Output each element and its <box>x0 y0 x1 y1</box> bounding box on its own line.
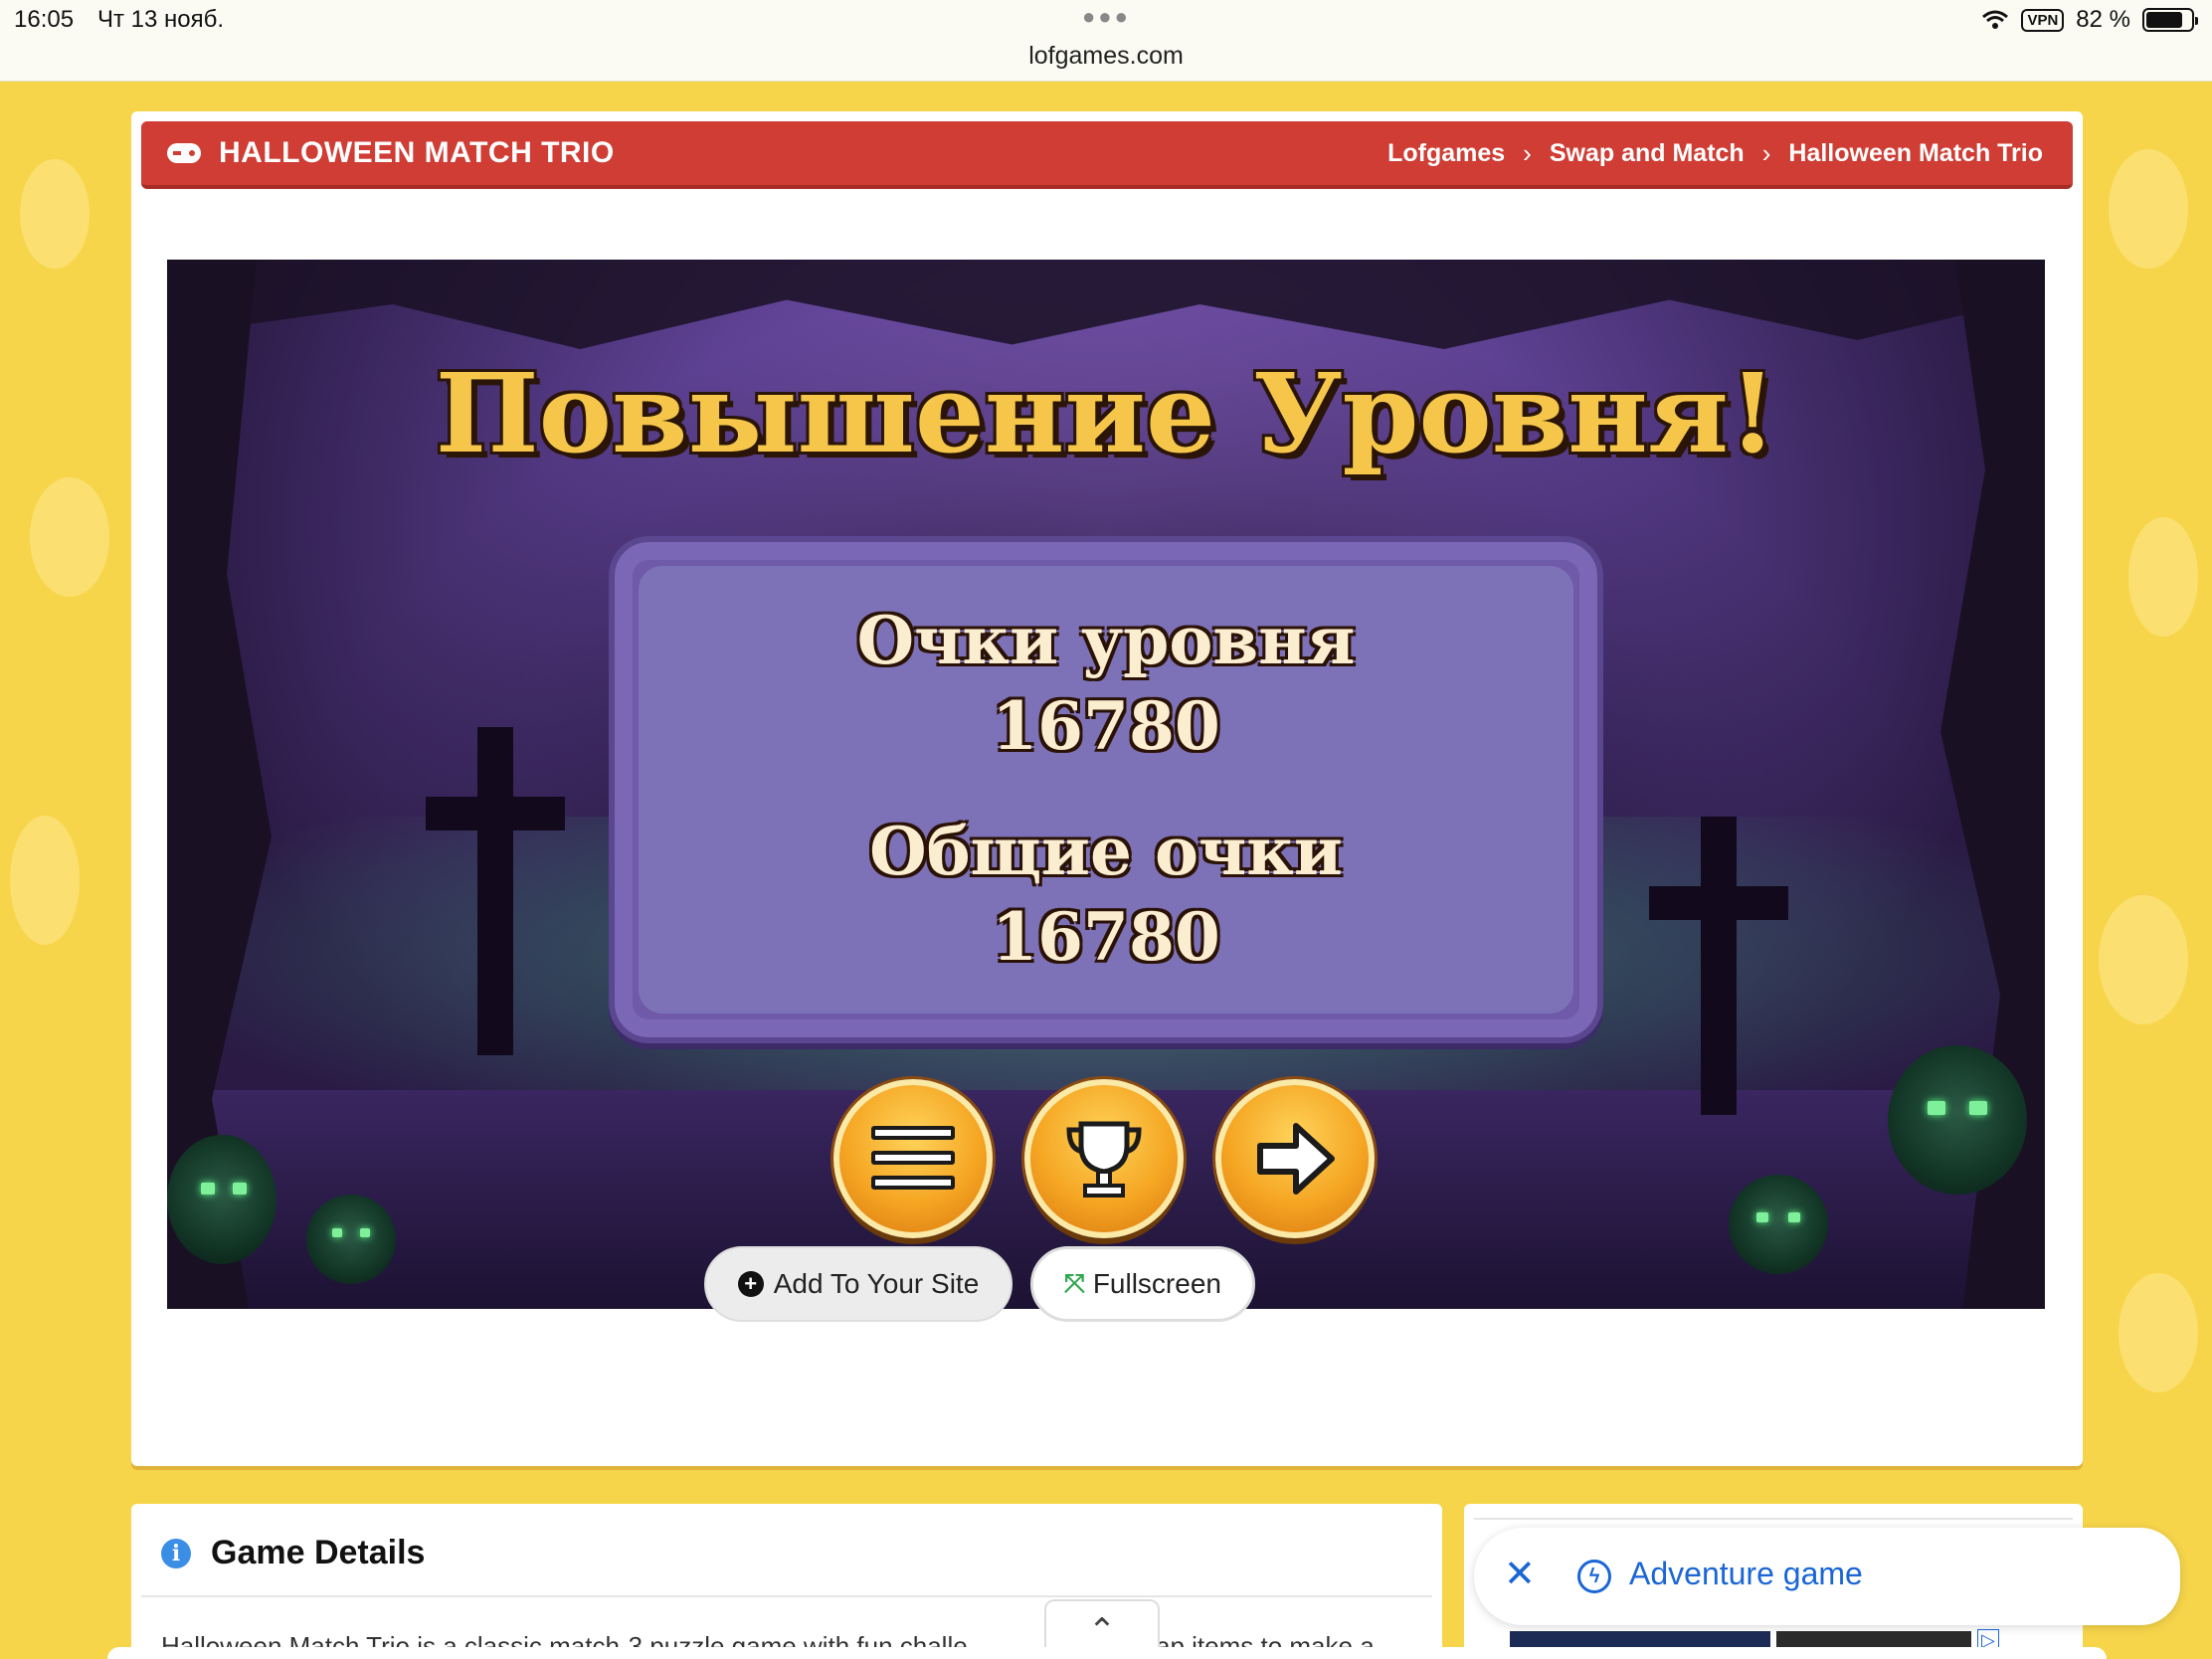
gamepad-icon <box>167 143 201 163</box>
game-details-card: i Game Details Halloween Match Trio is a… <box>131 1504 1442 1659</box>
fullscreen-label: Fullscreen <box>1092 1268 1221 1299</box>
status-time: 16:05 <box>14 6 75 33</box>
breadcrumb-item-lofgames[interactable]: Lofgames <box>1387 139 1505 168</box>
expand-icon: ⤧ <box>1064 1268 1085 1298</box>
level-list-button[interactable] <box>833 1079 993 1238</box>
breadcrumb: Lofgames › Swap and Match › Halloween Ma… <box>1387 138 2043 169</box>
breadcrumb-item-swap-and-match[interactable]: Swap and Match <box>1550 139 1745 168</box>
status-date: Чт 13 нояб. <box>97 6 225 33</box>
menu-list-icon <box>871 1126 955 1192</box>
lightning-icon: ϟ <box>1577 1560 1611 1593</box>
info-icon: i <box>161 1538 191 1568</box>
background-blob <box>2119 1273 2198 1392</box>
divider <box>141 1595 1432 1597</box>
background-blob <box>10 816 80 945</box>
tree-canopy <box>167 260 2045 349</box>
more-dots-icon[interactable]: ●●● <box>1082 4 1131 30</box>
level-up-heading: Повышение Уровня! <box>435 349 1777 477</box>
background-blob <box>2109 149 2188 269</box>
breadcrumb-item-current[interactable]: Halloween Match Trio <box>1788 139 2043 168</box>
background-blob <box>30 477 109 597</box>
total-score-value: 16780 <box>992 898 1220 976</box>
game-details-title: Game Details <box>211 1534 426 1571</box>
ad-banner[interactable]: ✕ ϟ Adventure game <box>1474 1528 2180 1625</box>
close-icon[interactable]: ✕ <box>1504 1556 1536 1593</box>
chevron-right-icon: › <box>1761 137 1771 168</box>
arrow-right-icon <box>1257 1123 1335 1195</box>
game-canvas[interactable]: Повышение Уровня! Очки уровня 16780 Общи… <box>167 260 2045 1309</box>
level-score-value: 16780 <box>992 687 1220 765</box>
status-indicators: VPN 82 % <box>1981 6 2198 34</box>
wifi-icon <box>1982 10 2009 29</box>
grave-cross <box>1649 817 1788 1115</box>
score-panel: Очки уровня 16780 Общие очки 16780 <box>609 536 1603 1043</box>
add-to-site-button[interactable]: + Add To Your Site <box>704 1246 1013 1322</box>
ad-label[interactable]: Adventure game <box>1629 1556 1863 1592</box>
divider <box>1474 1518 2073 1520</box>
level-score-label: Очки уровня <box>856 602 1356 679</box>
chevron-right-icon: › <box>1523 137 1532 168</box>
background-blob <box>20 159 90 269</box>
add-to-site-label: Add To Your Site <box>773 1268 980 1299</box>
grave-cross <box>426 727 565 1055</box>
pumpkin-decoration <box>1888 1045 2027 1195</box>
pumpkin-decoration <box>306 1195 396 1284</box>
battery-icon <box>2142 8 2198 32</box>
battery-percent: 82 % <box>2076 6 2130 33</box>
status-bar: 16:05 Чт 13 нояб. ●●● lofgames.com VPN 8… <box>0 0 2212 82</box>
total-score-label: Общие очки <box>869 813 1343 890</box>
bottom-sheet-edge <box>107 1647 2107 1659</box>
background-blob <box>2128 517 2198 637</box>
address-bar-url[interactable]: lofgames.com <box>0 42 2212 71</box>
vpn-badge: VPN <box>2021 8 2065 32</box>
trophy-icon <box>1066 1121 1142 1198</box>
next-level-button[interactable] <box>1215 1079 1375 1238</box>
pumpkin-decoration <box>1729 1175 1828 1274</box>
page-title: HALLOWEEN MATCH TRIO <box>219 136 615 169</box>
chevron-up-icon: ⌃ <box>1087 1612 1117 1650</box>
pumpkin-decoration <box>167 1135 276 1264</box>
title-bar: HALLOWEEN MATCH TRIO Lofgames › Swap and… <box>141 121 2073 189</box>
plus-circle-icon: + <box>737 1271 764 1297</box>
background-blob <box>2099 895 2188 1024</box>
fullscreen-button[interactable]: ⤧ Fullscreen <box>1030 1246 1255 1322</box>
leaderboard-button[interactable] <box>1024 1079 1184 1238</box>
